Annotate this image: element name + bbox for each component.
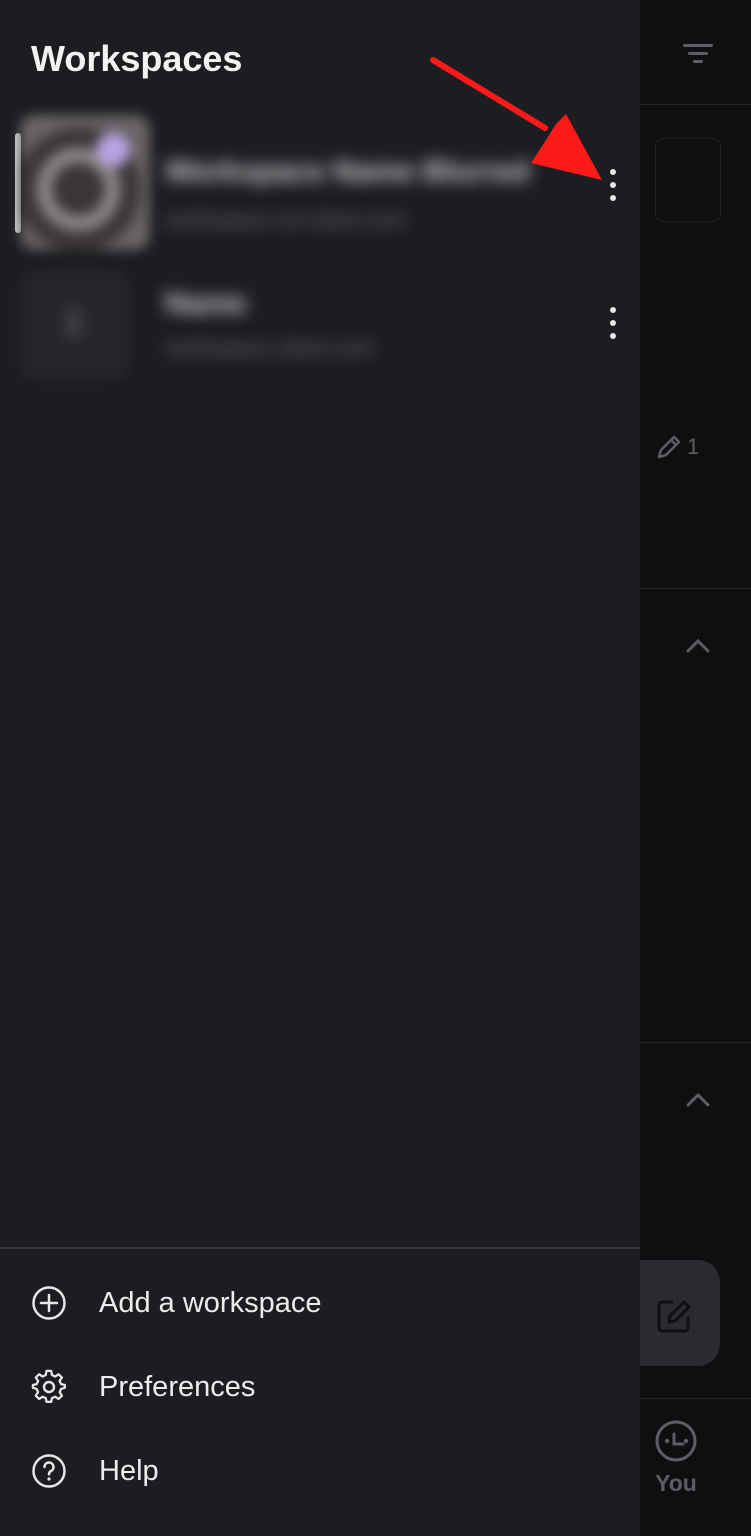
you-avatar-icon[interactable] bbox=[654, 1419, 698, 1463]
help-button[interactable]: Help bbox=[0, 1436, 640, 1506]
workspace-item[interactable]: Name workspace.slack.com bbox=[0, 255, 640, 390]
filter-icon[interactable] bbox=[683, 42, 713, 66]
plus-circle-icon bbox=[32, 1286, 66, 1320]
preferences-button[interactable]: Preferences bbox=[0, 1352, 640, 1422]
divider bbox=[640, 588, 751, 589]
divider bbox=[640, 1042, 751, 1043]
workspace-url: workspace-url.slack.com bbox=[165, 207, 406, 232]
divider bbox=[0, 1247, 640, 1249]
workspace-name: Workspace Name Blurred bbox=[165, 155, 530, 188]
workspace-item[interactable]: Workspace Name Blurred workspace-url.sla… bbox=[0, 115, 640, 250]
search-card bbox=[655, 138, 721, 222]
divider bbox=[640, 104, 751, 105]
menu-item-label: Add a workspace bbox=[99, 1287, 322, 1319]
workspaces-drawer: Workspaces Workspace Name Blurred worksp… bbox=[0, 0, 640, 1536]
gear-icon bbox=[31, 1369, 66, 1404]
you-tab-label[interactable]: You bbox=[640, 1470, 712, 1497]
add-workspace-button[interactable]: Add a workspace bbox=[0, 1268, 640, 1338]
menu-item-label: Help bbox=[99, 1455, 159, 1487]
drafts-count: 1 bbox=[687, 434, 700, 459]
help-circle-icon bbox=[32, 1454, 66, 1488]
pencil-icon bbox=[657, 435, 681, 459]
menu-item-label: Preferences bbox=[99, 1371, 256, 1403]
compose-icon bbox=[657, 1300, 691, 1333]
chevron-up-icon[interactable] bbox=[683, 1090, 713, 1110]
divider bbox=[640, 1398, 751, 1399]
drawer-title: Workspaces bbox=[31, 38, 243, 79]
workspace-avatar bbox=[20, 115, 150, 250]
chevron-up-icon[interactable] bbox=[683, 636, 713, 656]
workspace-name: Name bbox=[165, 287, 247, 320]
workspace-avatar bbox=[20, 270, 130, 380]
more-options-icon[interactable] bbox=[598, 165, 628, 205]
more-options-icon[interactable] bbox=[598, 303, 628, 343]
workspace-url: workspace.slack.com bbox=[165, 335, 375, 360]
